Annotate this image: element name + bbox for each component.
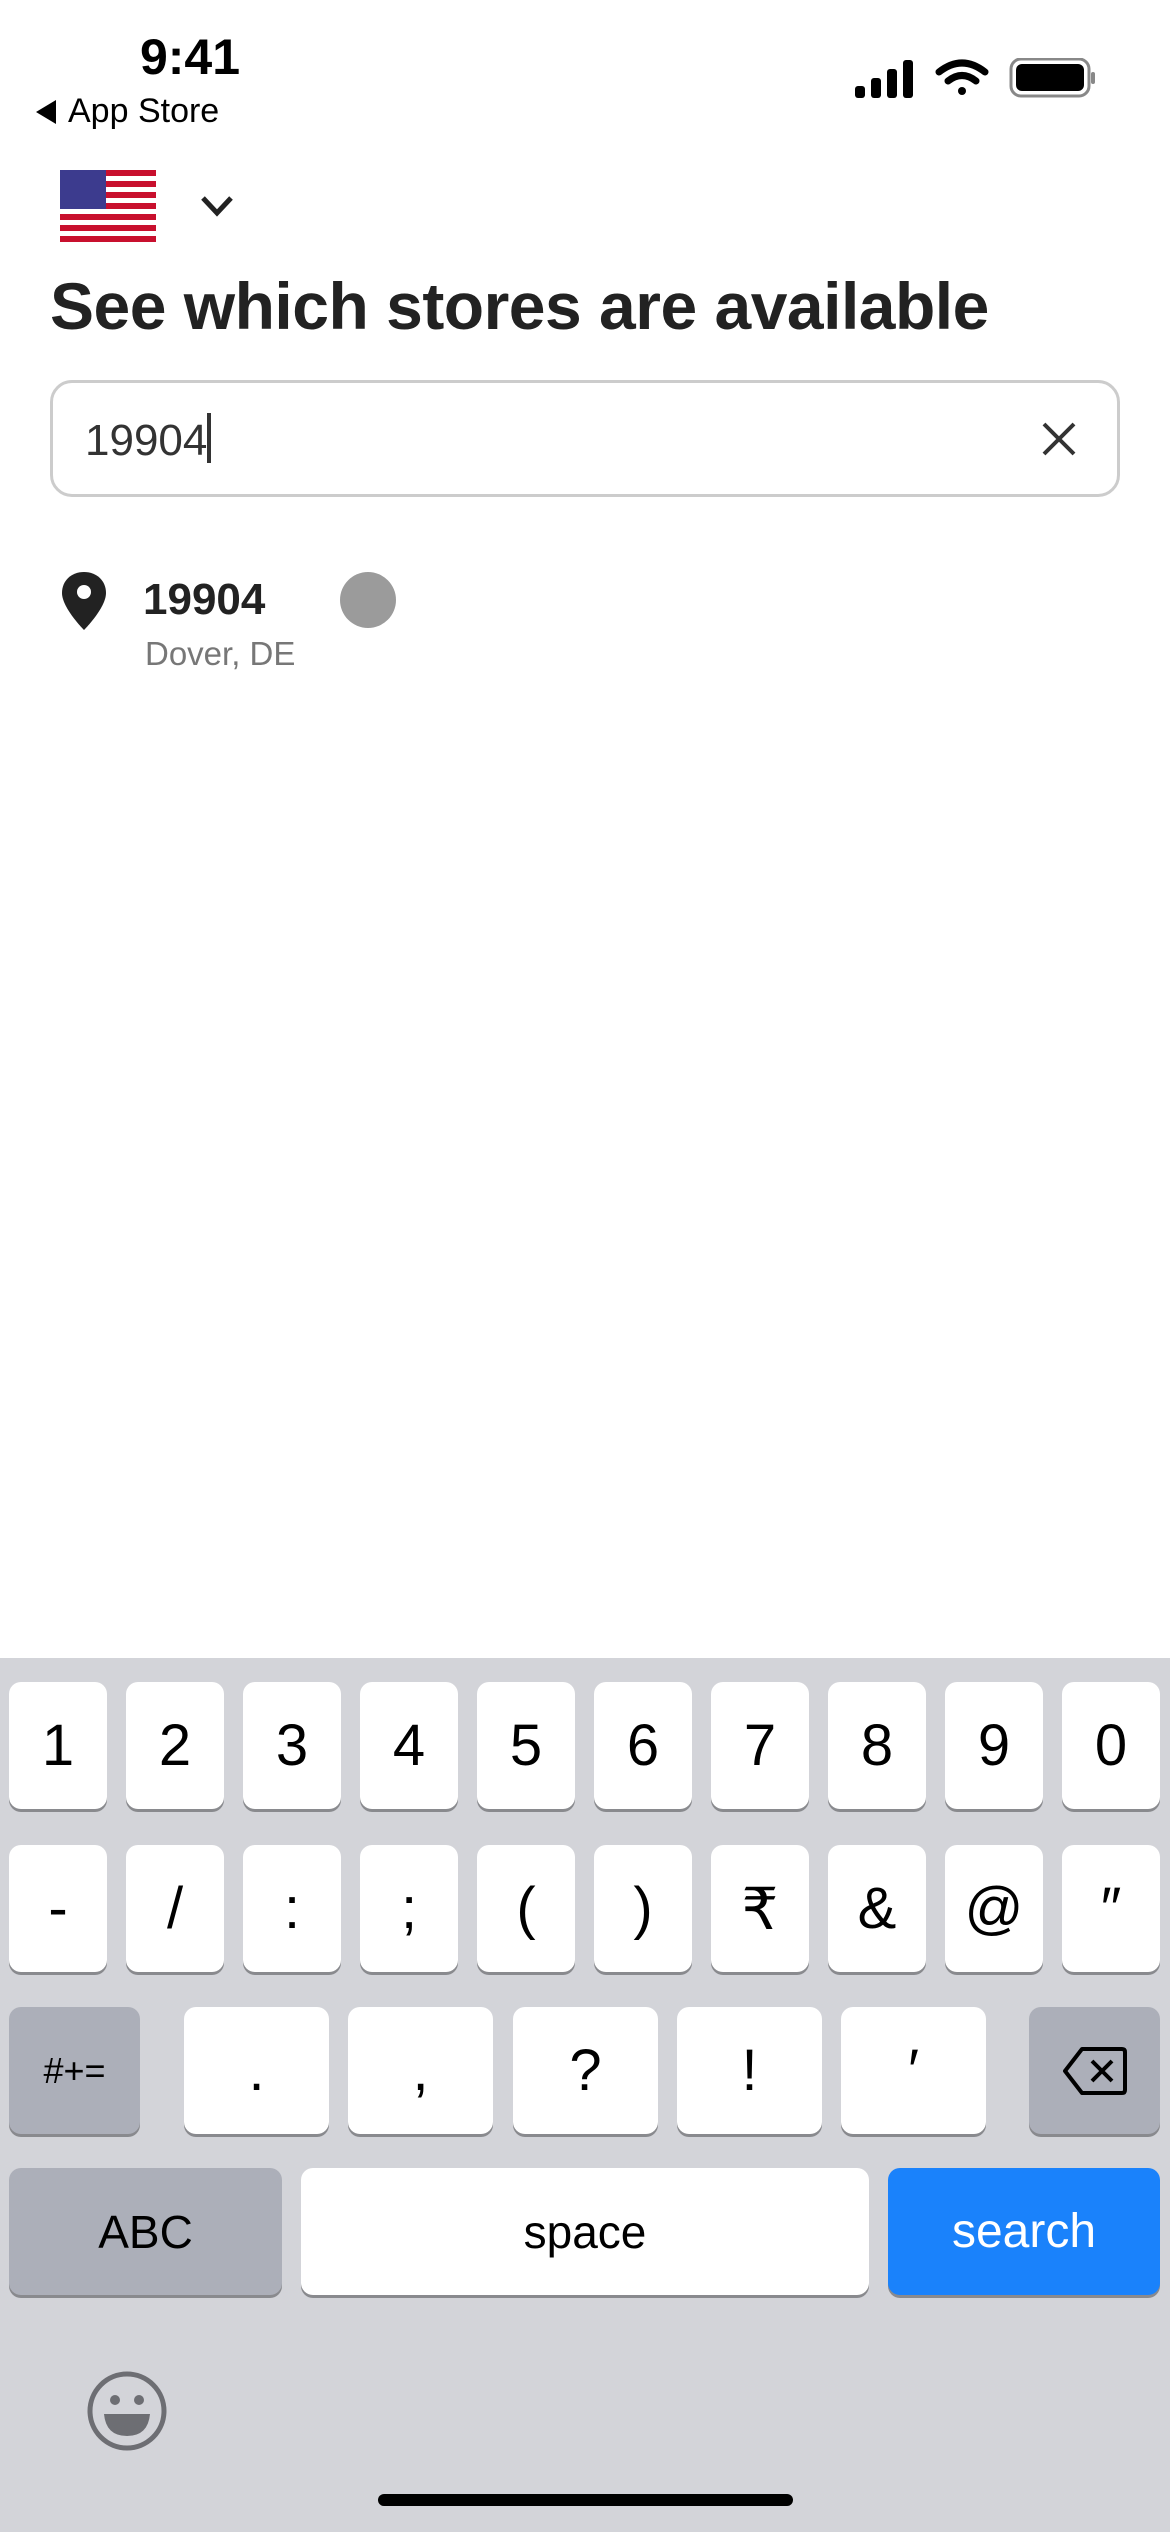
home-indicator[interactable]: [378, 2494, 793, 2506]
abc-key[interactable]: ABC: [9, 2168, 282, 2295]
key-4[interactable]: 5: [477, 1682, 575, 1809]
key-punct-3[interactable]: !: [677, 2007, 822, 2134]
wifi-icon: [935, 59, 989, 95]
us-flag-icon: [60, 170, 156, 242]
key-9[interactable]: 0: [1062, 1682, 1160, 1809]
key-0[interactable]: 1: [9, 1682, 107, 1809]
key-punct-2[interactable]: ?: [513, 2007, 658, 2134]
back-label: App Store: [68, 92, 220, 130]
status-time: 9:41: [139, 29, 241, 85]
key-punct-1[interactable]: ,: [348, 2007, 493, 2134]
status-icons: [855, 58, 1095, 98]
key-5[interactable]: 6: [594, 1682, 692, 1809]
result-title: 19904: [143, 575, 266, 624]
key-symbol-3[interactable]: ;: [360, 1845, 458, 1972]
key-symbol-0[interactable]: -: [9, 1845, 107, 1972]
back-triangle-icon: [36, 99, 56, 124]
key-punct-4[interactable]: ′: [841, 2007, 986, 2134]
search-key[interactable]: search: [888, 2168, 1160, 2295]
key-6[interactable]: 7: [711, 1682, 809, 1809]
key-3[interactable]: 4: [360, 1682, 458, 1809]
zip-search-input[interactable]: 19904: [50, 380, 1120, 497]
loading-dot: [340, 572, 396, 628]
key-symbol-1[interactable]: /: [126, 1845, 224, 1972]
key-symbol-5[interactable]: ): [594, 1845, 692, 1972]
key-punct-0[interactable]: .: [184, 2007, 329, 2134]
result-subtitle: Dover, DE: [145, 635, 296, 672]
signal-icon: [855, 60, 913, 98]
key-1[interactable]: 2: [126, 1682, 224, 1809]
space-key[interactable]: space: [301, 2168, 869, 2295]
clear-icon[interactable]: [1039, 419, 1079, 459]
search-value: 19904: [85, 416, 208, 465]
delete-key[interactable]: [1029, 2007, 1160, 2134]
key-symbol-8[interactable]: @: [945, 1845, 1043, 1972]
back-to-app-store[interactable]: App Store: [36, 92, 219, 131]
text-caret: [207, 413, 212, 463]
location-pin-icon: [62, 572, 106, 630]
key-symbol-6[interactable]: ₹: [711, 1845, 809, 1972]
chevron-down-icon: [201, 196, 233, 217]
backspace-icon: [1062, 2046, 1127, 2095]
key-symbol-2[interactable]: :: [243, 1845, 341, 1972]
key-symbol-9[interactable]: ″: [1062, 1845, 1160, 1972]
battery-icon: [1009, 58, 1095, 98]
key-8[interactable]: 9: [945, 1682, 1043, 1809]
more-symbols-key[interactable]: #+=: [9, 2007, 140, 2134]
emoji-icon[interactable]: [86, 2370, 168, 2457]
key-7[interactable]: 8: [828, 1682, 926, 1809]
key-symbol-4[interactable]: (: [477, 1845, 575, 1972]
key-2[interactable]: 3: [243, 1682, 341, 1809]
country-selector[interactable]: [60, 170, 234, 242]
page-title: See which stores are available: [50, 269, 989, 343]
key-symbol-7[interactable]: &: [828, 1845, 926, 1972]
